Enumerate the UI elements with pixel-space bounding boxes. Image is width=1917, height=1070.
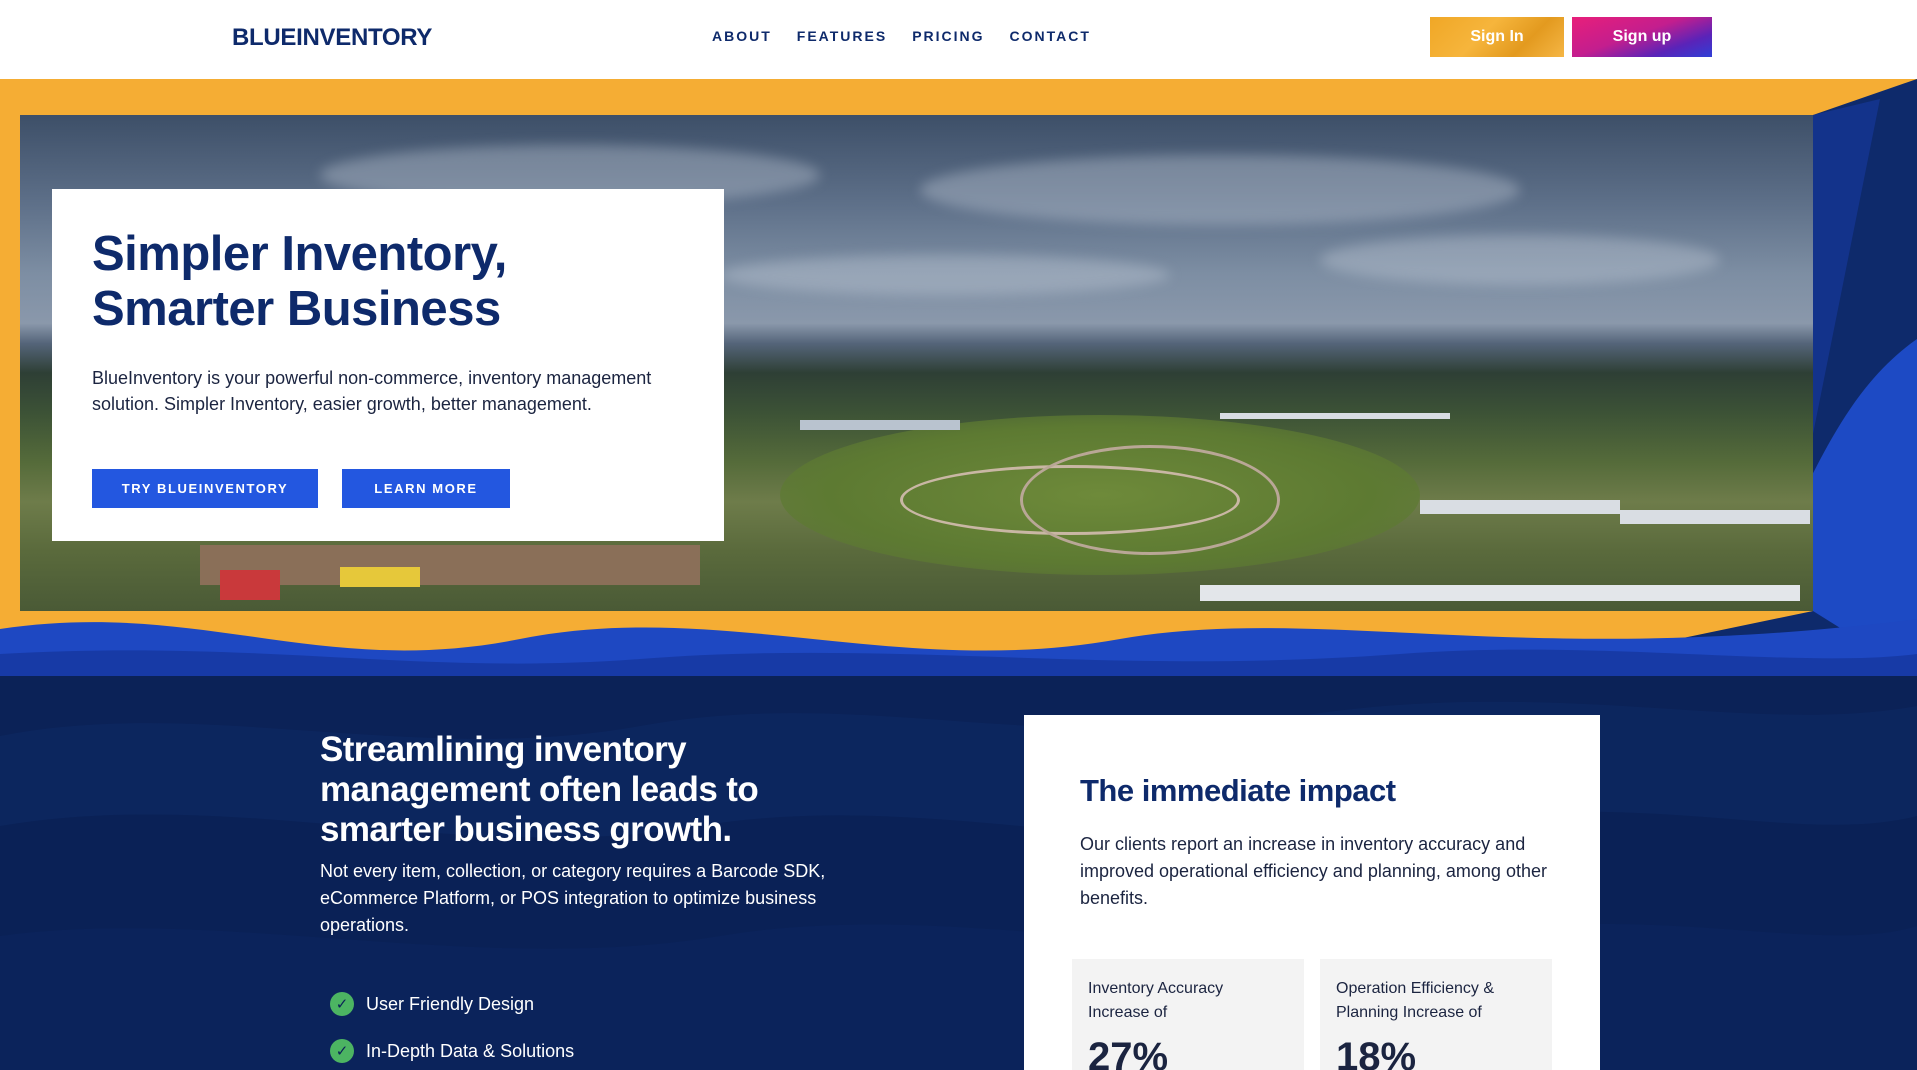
sign-up-button[interactable]: Sign up [1572,17,1712,57]
impact-description: Our clients report an increase in invent… [1080,834,1547,908]
impact-title: The immediate impact [1080,773,1396,808]
check-circle-icon: ✓ [330,1039,354,1063]
feature-label: User Friendly Design [366,993,535,1014]
nav-about[interactable]: ABOUT [712,28,772,44]
nav-contact[interactable]: CONTACT [1010,28,1091,44]
feature-item: ✓ In-Depth Data & Solutions [330,1039,574,1063]
hero-card: Simpler Inventory, Smarter Business Blue… [52,189,724,541]
main-nav: ABOUT FEATURES PRICING CONTACT [712,28,1091,44]
hero-description: BlueInventory is your powerful non-comme… [92,368,652,414]
learn-more-button[interactable]: LEARN MORE [342,469,510,508]
sign-in-button[interactable]: Sign In [1430,17,1564,57]
section-background-waves [0,701,1917,1070]
stat-card-efficiency: Operation Efficiency & Planning Increase… [1320,959,1552,1070]
logo[interactable]: BLUEINVENTORY [232,24,432,52]
section-title: Streamlining inventory management often … [320,730,759,849]
stat-card-accuracy: Inventory Accuracy Increase of 27% [1072,959,1304,1070]
stat-value: 18% [1336,1035,1417,1070]
section-description: Not every item, collection, or category … [320,861,826,935]
check-circle-icon: ✓ [330,992,354,1016]
feature-item: ✓ User Friendly Design [330,992,534,1016]
feature-label: In-Depth Data & Solutions [366,1040,575,1061]
nav-pricing[interactable]: PRICING [912,28,984,44]
try-button[interactable]: TRY BLUEINVENTORY [92,469,318,508]
benefits-section: Streamlining inventory management often … [0,676,1917,1070]
nav-features[interactable]: FEATURES [797,28,887,44]
stat-value: 27% [1088,1035,1169,1070]
hero-section: Simpler Inventory, Smarter Business Blue… [0,79,1917,676]
site-header: BLUEINVENTORY ABOUT FEATURES PRICING CON… [0,0,1917,79]
hero-title: Simpler Inventory, Smarter Business [92,227,507,336]
stat-label: Inventory Accuracy Increase of [1088,980,1224,1021]
impact-card: The immediate impact Our clients report … [1024,715,1600,1070]
stat-label: Operation Efficiency & Planning Increase… [1336,980,1495,1021]
